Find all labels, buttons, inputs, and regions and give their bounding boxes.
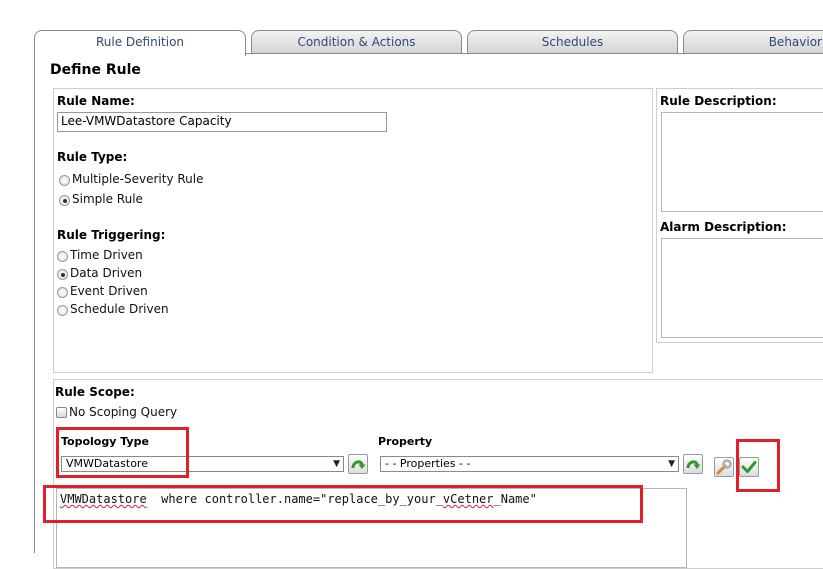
green-refresh-arrow-icon <box>351 460 366 469</box>
radio-simple-rule-label: Simple Rule <box>72 192 143 206</box>
no-scoping-checkbox[interactable] <box>56 407 67 418</box>
rule-type-label: Rule Type: <box>57 150 128 164</box>
radio-time-driven-label: Time Driven <box>70 248 143 262</box>
radio-multiple-severity[interactable] <box>59 175 70 186</box>
radio-schedule-driven[interactable] <box>57 305 68 316</box>
rule-name-input[interactable]: Lee-VMWDatastore Capacity <box>57 112 387 132</box>
rule-name-label: Rule Name: <box>57 94 135 108</box>
property-refresh-button[interactable] <box>683 454 703 474</box>
property-label: Property <box>378 435 433 448</box>
radio-multiple-severity-label: Multiple-Severity Rule <box>72 172 204 186</box>
topology-type-highlight <box>56 427 189 478</box>
radio-time-driven[interactable] <box>57 251 68 262</box>
no-scoping-label: No Scoping Query <box>69 405 178 419</box>
wrench-icon <box>716 459 732 475</box>
apply-button-highlight <box>736 439 780 492</box>
topology-refresh-button[interactable] <box>348 454 368 474</box>
rule-description-textarea[interactable] <box>661 112 823 212</box>
radio-schedule-driven-label: Schedule Driven <box>70 302 169 316</box>
tab-schedules[interactable]: Schedules <box>467 30 678 54</box>
tab-behavior[interactable]: Behavior <box>683 30 823 54</box>
wrench-button[interactable] <box>714 457 734 477</box>
alarm-description-label: Alarm Description: <box>660 220 787 234</box>
radio-event-driven-label: Event Driven <box>70 284 148 298</box>
rule-description-label: Rule Description: <box>660 94 777 108</box>
page-title: Define Rule <box>50 62 141 78</box>
alarm-description-textarea[interactable] <box>661 238 823 338</box>
property-select[interactable]: - - Properties - - ▼ <box>380 456 679 472</box>
chevron-down-icon: ▼ <box>333 459 340 469</box>
chevron-down-icon: ▼ <box>668 459 675 469</box>
property-value: - - Properties - - <box>385 457 471 470</box>
radio-event-driven[interactable] <box>57 287 68 298</box>
query-highlight <box>43 485 643 523</box>
rule-triggering-label: Rule Triggering: <box>57 228 166 242</box>
tab-condition-actions[interactable]: Condition & Actions <box>251 30 462 54</box>
rule-scope-label: Rule Scope: <box>55 385 135 399</box>
radio-data-driven[interactable] <box>57 269 68 280</box>
tab-rule-definition[interactable]: Rule Definition <box>34 30 246 56</box>
green-refresh-arrow-icon <box>686 460 701 469</box>
content-border <box>34 53 35 553</box>
radio-data-driven-label: Data Driven <box>70 266 143 280</box>
radio-simple-rule[interactable] <box>59 195 70 206</box>
